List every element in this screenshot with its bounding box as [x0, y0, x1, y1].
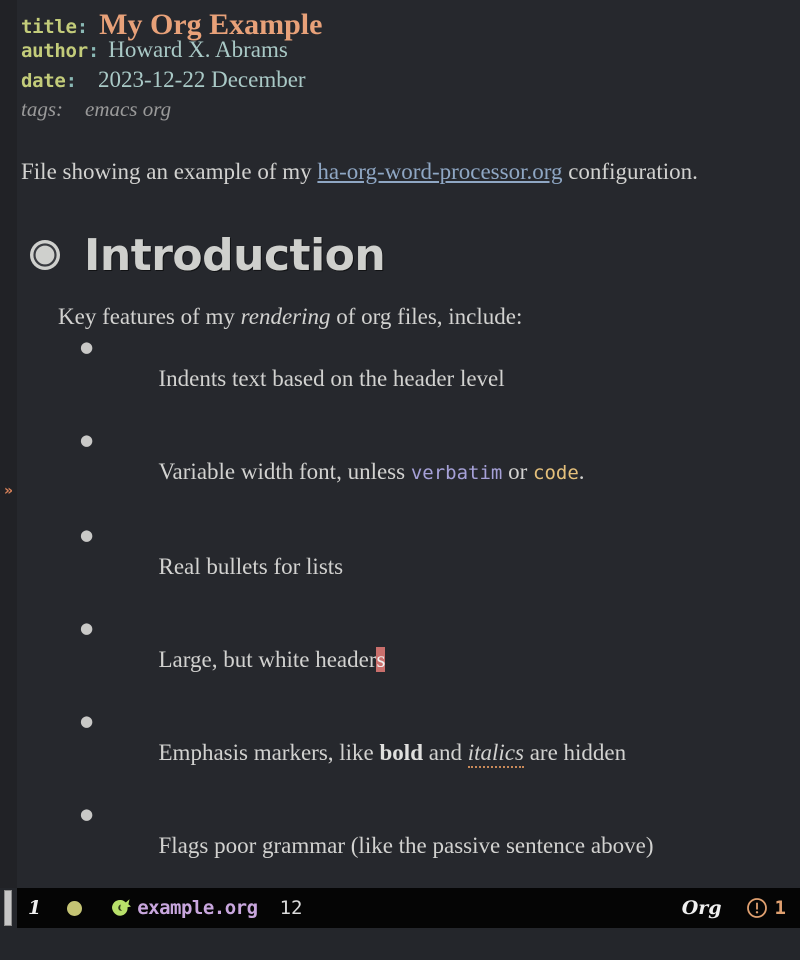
list-item-text: Large, but white header: [158, 647, 377, 672]
intro-paragraph: File showing an example of my ha-org-wor…: [21, 157, 800, 187]
keyword-row-title: title: My Org Example: [21, 7, 800, 41]
mode-line: 1 example.org 12 Org 1: [0, 888, 800, 928]
fringe-overflow-marker: »: [4, 483, 14, 499]
list-item-text-mid: or: [502, 459, 534, 484]
heading-introduction-text: Introduction: [84, 229, 386, 281]
bullet-dot-icon: ●: [80, 805, 94, 823]
list-item: ● Flags poor grammar (like the passive se…: [80, 799, 800, 892]
window-divider[interactable]: [4, 890, 12, 926]
keyword-label-author: author: [21, 40, 88, 62]
mode-line-right: Org 1: [682, 897, 800, 919]
circled-exclamation-icon[interactable]: [746, 897, 768, 919]
bullet-dot-icon: ●: [80, 526, 94, 544]
bullet-dot-icon: ●: [80, 619, 94, 637]
heading-introduction[interactable]: Introduction: [23, 223, 800, 287]
verbatim-snippet: verbatim: [410, 462, 503, 484]
list-item-text-end: are hidden: [523, 740, 627, 765]
intro-text-before: File showing an example of my: [21, 159, 318, 184]
window-number[interactable]: 1: [23, 897, 46, 919]
list-item: ● Large, but white headers: [80, 613, 800, 706]
keyword-row-date: date:2023-12-22 December: [21, 67, 800, 97]
bullet-dot-icon: ●: [80, 338, 94, 356]
lead-text-after: of org files, include:: [330, 304, 523, 329]
list-item-text: Real bullets for lists: [158, 554, 344, 579]
text-cursor: s: [376, 647, 386, 672]
emacs-frame: » title: My Org Example author: Howard X. …: [0, 0, 800, 960]
echo-area[interactable]: [0, 928, 800, 960]
list-item: ● Indents text based on the header level: [80, 332, 800, 425]
circled-dot-bullet-icon: [23, 237, 67, 273]
keyword-row-tags: tags: emacs org: [21, 97, 800, 129]
introduction-body: Key features of my rendering of org file…: [58, 301, 800, 960]
lead-text-before: Key features of my: [58, 304, 241, 329]
major-mode-name[interactable]: Org: [682, 897, 722, 919]
keyword-colon-date: :: [65, 70, 78, 92]
tags-value: emacs org: [85, 97, 172, 121]
list-item-text: Variable width font, unless: [158, 459, 411, 484]
keyword-colon-author: :: [87, 40, 100, 62]
keyword-label-title: title: [21, 16, 77, 38]
document-title: My Org Example: [99, 8, 323, 41]
org-buffer[interactable]: title: My Org Example author: Howard X. Ab…: [17, 0, 800, 951]
keyword-colon-title: :: [76, 16, 89, 38]
gnu-head-icon: [108, 895, 134, 921]
list-item: ● Real bullets for lists: [80, 520, 800, 613]
code-snippet: code: [533, 462, 579, 484]
list-item: ● Variable width font, unless verbatim or…: [80, 425, 800, 520]
introduction-feature-list: ● Indents text based on the header level …: [80, 332, 800, 960]
list-item: ● Emphasis markers, like bold and italics…: [80, 706, 800, 799]
buffer-name[interactable]: example.org: [137, 897, 258, 919]
error-count: 1: [774, 897, 786, 919]
org-file-link[interactable]: ha-org-word-processor.org: [317, 159, 562, 184]
document-date: 2023-12-22 December: [98, 67, 306, 92]
column-number: 12: [279, 897, 303, 919]
intro-text-after: configuration.: [562, 159, 698, 184]
list-item-text: Emphasis markers, like: [158, 740, 380, 765]
italic-emphasis: italics: [467, 740, 524, 768]
list-item-text-end: .: [578, 459, 585, 484]
lead-emphasis-rendering: rendering: [240, 304, 331, 329]
introduction-lead-paragraph: Key features of my rendering of org file…: [58, 301, 800, 332]
bold-emphasis: bold: [379, 740, 423, 765]
tags-label: tags:: [21, 97, 63, 121]
left-fringe: »: [0, 0, 17, 888]
mode-line-left: 1 example.org 12: [17, 895, 682, 921]
mode-line-bar: 1 example.org 12 Org 1: [17, 888, 800, 928]
list-item-text: Indents text based on the header level: [158, 366, 505, 391]
bullet-dot-icon: ●: [80, 712, 94, 730]
list-item-text: Flags poor grammar (like the passive sen…: [158, 833, 654, 858]
list-item-text-mid: and: [423, 740, 468, 765]
buffer-status-dot-icon[interactable]: [67, 900, 83, 916]
org-keyword-block: title: My Org Example author: Howard X. Ab…: [17, 0, 800, 129]
bullet-dot-icon: ●: [80, 431, 94, 449]
keyword-label-date: date: [21, 70, 66, 92]
